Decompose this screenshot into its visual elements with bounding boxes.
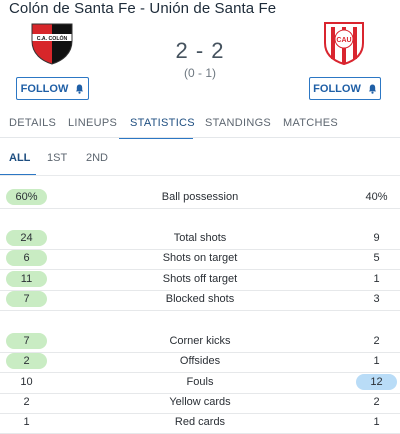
stat-home-value: 7 bbox=[6, 333, 47, 349]
stat-away-value: 3 bbox=[373, 293, 380, 305]
stat-home-value: 10 bbox=[20, 376, 33, 388]
stat-row-ball-possession: 60% Ball possession 40% bbox=[0, 189, 400, 209]
stat-row-yellow-cards: 2 Yellow cards 2 bbox=[0, 394, 400, 414]
stat-label: Shots off target bbox=[162, 273, 238, 285]
stat-label: Fouls bbox=[186, 376, 214, 388]
tab-matches[interactable]: MATCHES bbox=[283, 113, 338, 138]
stat-row-red-cards: 1 Red cards 1 bbox=[0, 414, 400, 434]
period-tabs: ALL 1ST 2ND bbox=[0, 148, 400, 176]
follow-away-label: FOLLOW bbox=[313, 82, 361, 95]
bell-icon bbox=[76, 84, 84, 94]
stat-label: Ball possession bbox=[161, 191, 239, 203]
stat-label: Shots on target bbox=[162, 252, 238, 264]
tab-statistics[interactable]: STATISTICS bbox=[130, 113, 195, 138]
stat-home-value: 7 bbox=[6, 291, 47, 307]
subtab-1st[interactable]: 1ST bbox=[47, 152, 67, 164]
stat-row-fouls: 10 Fouls 12 bbox=[0, 374, 400, 394]
stat-label: Corner kicks bbox=[169, 335, 231, 347]
stat-away-value: 1 bbox=[373, 416, 380, 428]
stat-away-value: 2 bbox=[373, 396, 380, 408]
stat-away-value: 40% bbox=[365, 191, 388, 203]
stat-away-value: 2 bbox=[373, 335, 380, 347]
stat-away-value: 12 bbox=[356, 374, 397, 390]
tab-details[interactable]: DETAILS bbox=[9, 113, 56, 138]
stat-home-value: 24 bbox=[6, 230, 47, 246]
stat-row-corner-kicks: 7 Corner kicks 2 bbox=[0, 333, 400, 353]
stat-row-offsides: 2 Offsides 1 bbox=[0, 353, 400, 373]
follow-away-button[interactable]: FOLLOW bbox=[309, 77, 381, 100]
tab-lineups[interactable]: LINEUPS bbox=[68, 113, 117, 138]
bell-icon bbox=[368, 84, 376, 94]
subtab-all[interactable]: ALL bbox=[9, 152, 30, 164]
subtabs-divider bbox=[0, 175, 400, 176]
stat-row-total-shots: 24 Total shots 9 bbox=[0, 230, 400, 250]
match-score: 2 - 2 bbox=[175, 38, 225, 63]
match-tabs: DETAILS LINEUPS STATISTICS STANDINGS MAT… bbox=[0, 113, 400, 139]
stat-away-value: 9 bbox=[373, 232, 380, 244]
stat-home-value: 2 bbox=[23, 396, 30, 408]
stat-home-value: 1 bbox=[23, 416, 30, 428]
stat-label: Red cards bbox=[174, 416, 226, 428]
stat-home-value: 6 bbox=[6, 250, 47, 266]
stat-away-value: 5 bbox=[373, 252, 380, 264]
tabs-divider bbox=[0, 137, 400, 138]
match-title: Colón de Santa Fe - Unión de Santa Fe bbox=[9, 0, 277, 17]
stat-label: Blocked shots bbox=[165, 293, 235, 305]
stat-away-value: 1 bbox=[373, 273, 380, 285]
stat-home-value: 60% bbox=[6, 189, 47, 205]
follow-home-label: FOLLOW bbox=[20, 82, 69, 95]
stat-label: Yellow cards bbox=[169, 396, 231, 408]
stat-home-value: 2 bbox=[6, 353, 47, 369]
subtab-2nd[interactable]: 2ND bbox=[86, 152, 108, 164]
tab-standings[interactable]: STANDINGS bbox=[205, 113, 271, 138]
stat-away-value: 1 bbox=[373, 355, 380, 367]
stat-row-blocked-shots: 7 Blocked shots 3 bbox=[0, 291, 400, 311]
stat-home-value: 11 bbox=[6, 271, 47, 287]
stat-row-shots-on-target: 6 Shots on target 5 bbox=[0, 250, 400, 270]
stat-label: Total shots bbox=[173, 232, 227, 244]
follow-home-button[interactable]: FOLLOW bbox=[16, 77, 89, 100]
stat-row-shots-off-target: 11 Shots off target 1 bbox=[0, 271, 400, 291]
stat-label: Offsides bbox=[179, 355, 221, 367]
